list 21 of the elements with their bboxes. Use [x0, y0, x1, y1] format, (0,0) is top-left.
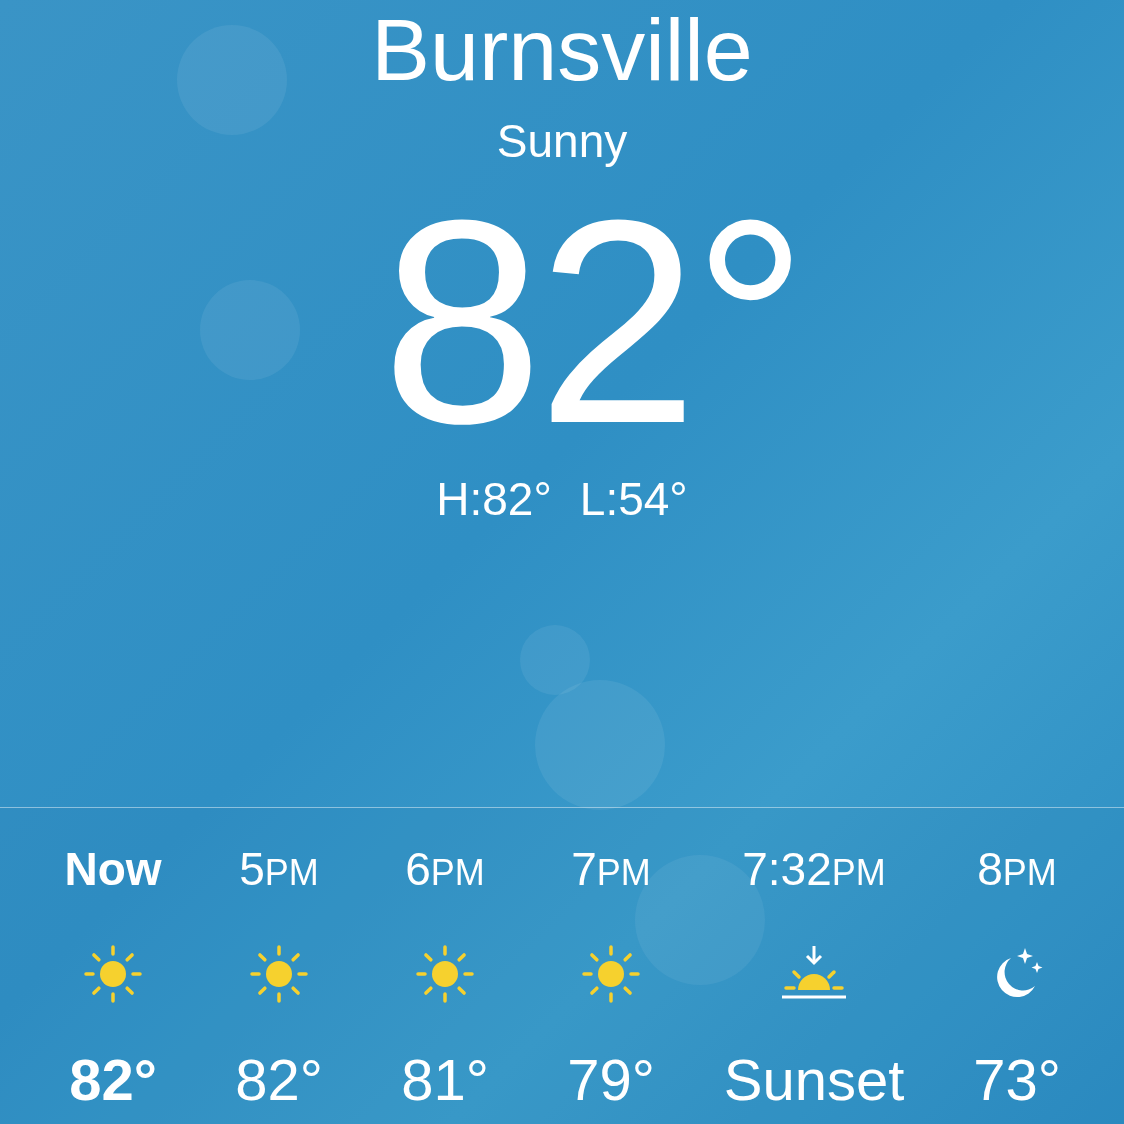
sun-icon: [581, 944, 641, 1004]
city-name: Burnsville: [371, 6, 753, 94]
hour-temperature: 73°: [973, 1046, 1061, 1113]
hour-label: Now: [64, 842, 162, 894]
hour-label: 5PM: [239, 842, 319, 894]
hour-temperature: 81°: [401, 1046, 489, 1113]
sun-icon: [415, 944, 475, 1004]
hour-temperature: 82°: [235, 1046, 323, 1113]
hour-label: 7PM: [571, 842, 651, 894]
high-temperature: H:82°: [436, 472, 552, 526]
hour-label: 7:32PM: [742, 842, 886, 894]
weather-condition: Sunny: [496, 114, 628, 168]
sun-icon: [83, 944, 143, 1004]
hour-temperature: 79°: [567, 1046, 655, 1113]
low-temperature: L:54°: [579, 472, 688, 526]
hour-label: 6PM: [405, 842, 485, 894]
current-temperature: 82°: [381, 176, 803, 466]
hour-label: 8PM: [977, 842, 1057, 894]
hour-temperature: 82°: [69, 1046, 157, 1113]
sun-icon: [249, 944, 309, 1004]
hour-temperature: Sunset: [723, 1046, 905, 1113]
